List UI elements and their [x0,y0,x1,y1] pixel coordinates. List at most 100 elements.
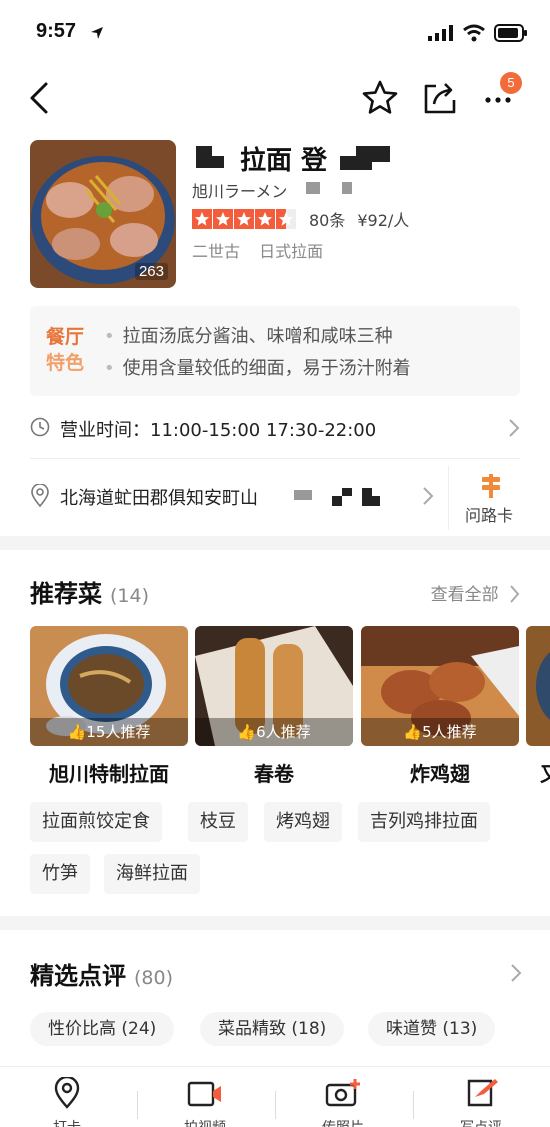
dish-recommend-count: 👍5人推荐 [361,718,519,746]
recommended-count: (14) [110,585,150,607]
signal-icon [428,25,453,41]
address-text: 北海道虻田郡俱知安町山 [60,488,258,509]
mosaic-block [212,156,224,168]
dish-name: 旭川特制拉面 [49,762,169,786]
address-row[interactable]: 北海道虻田郡俱知安町山 [30,468,520,528]
location-arrow-icon [91,27,103,39]
write-review-icon [467,1079,498,1107]
share-button[interactable] [420,78,460,118]
rating-star-icon [192,209,212,229]
tab-separator [413,1091,414,1119]
tab-label: 拍视频 [150,1117,260,1127]
mosaic-block [356,146,372,170]
feature-item: 拉面汤底分酱油、味噌和咸味三种 [104,322,393,348]
status-icons [428,24,528,42]
dish-image: 👍15人推荐 [30,626,188,746]
tab-label: 写点评 [426,1117,536,1127]
tab-checkin[interactable]: 打卡 [12,1075,122,1127]
dish-chip[interactable]: 枝豆 [188,802,248,842]
section-gap [0,916,550,930]
review-tag[interactable]: 菜品精致 (18) [200,1012,345,1046]
shop-subtitle: 旭川ラーメン [192,182,288,201]
dish-card[interactable]: 👍15人推荐 旭川特制拉面 [30,626,188,787]
dish-recommend-count: 👍15人推荐 [30,718,188,746]
recommended-title: 推荐菜 (14) [30,580,150,608]
rating-star-icon [213,209,233,229]
rating-star-icon [234,209,254,229]
mosaic-block [340,156,356,170]
dish-card[interactable]: 👍6人推荐 春卷 [195,626,353,787]
review-tag[interactable]: 味道赞 (13) [368,1012,496,1046]
chevron-right-icon [510,585,520,603]
shop-tags: 二世古 日式拉面 [192,238,323,262]
back-button[interactable] [26,80,56,116]
avg-price: ¥92/人 [357,211,410,230]
mosaic-block [362,488,372,506]
mosaic-block [372,496,380,506]
favorite-button[interactable] [360,78,400,118]
review-count[interactable]: 80条 [309,207,345,231]
tab-separator [137,1091,138,1119]
tab-photo[interactable]: 传照片 [288,1077,398,1127]
feature-item: 使用含量较低的细面，易于汤汁附着 [104,354,411,380]
rating-half-star-icon [276,209,296,229]
see-all-link[interactable]: 查看全部 [431,580,520,605]
dish-card[interactable]: 👍5人推荐 炸鸡翅 [361,626,519,787]
reviews-title[interactable]: 精选点评 (80) [30,956,173,991]
status-time: 9:57 [36,20,77,42]
mosaic-block [332,496,342,506]
dish-card-partial[interactable]: 又 [526,626,550,796]
dish-chip[interactable]: 吉列鸡排拉面 [358,802,490,842]
dish-partial-image [536,652,550,720]
tab-label: 打卡 [12,1117,122,1127]
tab-write-review[interactable]: 写点评 [426,1077,536,1127]
nav-bar [0,66,550,130]
mosaic-block [294,490,312,500]
signpost-icon [482,474,500,498]
location-pin-icon [54,1075,80,1109]
mosaic-block [196,146,212,168]
restaurant-features: 餐厅 特色 拉面汤底分酱油、味噌和咸味三种 使用含量较低的细面，易于汤汁附着 [30,306,520,396]
shop-name: 拉面 登 [240,146,328,176]
route-card-label: 问路卡 [464,506,513,525]
dish-chip[interactable]: 拉面煎饺定食 [30,802,162,842]
dish-image: 👍6人推荐 [195,626,353,746]
dish-chip[interactable]: 海鲜拉面 [104,854,200,894]
photo-count: 263 [134,263,168,280]
video-camera-icon [187,1081,221,1107]
mosaic-block [342,488,352,496]
chevron-right-icon [509,419,520,437]
area-tag[interactable]: 二世古 [192,242,240,261]
dish-recommend-count: 👍6人推荐 [195,718,353,746]
wifi-icon [463,24,485,42]
review-tag[interactable]: 性价比高 (24) [30,1012,175,1046]
cuisine-tag[interactable]: 日式拉面 [259,242,323,261]
mosaic-block [372,146,390,162]
dish-chip[interactable]: 烤鸡翅 [264,802,342,842]
chevron-right-icon[interactable] [510,963,522,983]
business-hours: 营业时间：11:00-15:00 17:30-22:00 [60,420,377,441]
dish-image: 👍5人推荐 [361,626,519,746]
share-icon [424,83,456,114]
chevron-left-icon [30,82,48,114]
mosaic-block [342,182,352,194]
clock-icon [30,417,50,437]
business-hours-row[interactable]: 营业时间：11:00-15:00 17:30-22:00 [30,410,520,446]
mosaic-block [306,182,320,194]
bottom-action-bar: 打卡 拍视频 传照片 写点评 [0,1066,550,1127]
reviews-count: (80) [134,967,174,989]
shop-photo[interactable]: 263 [30,140,176,288]
dish-name: 春卷 [254,762,294,786]
location-pin-icon [31,484,49,508]
dish-name: 又 [540,758,550,787]
dish-name: 炸鸡翅 [410,762,470,786]
dish-chip[interactable]: 竹笋 [30,854,90,894]
divider [30,458,520,459]
route-card-button[interactable]: 问路卡 [448,466,528,530]
section-gap [0,536,550,550]
dish-image [526,626,550,746]
chevron-right-icon [423,487,434,505]
tab-video[interactable]: 拍视频 [150,1077,260,1127]
notification-badge: 5 [500,72,522,94]
tab-label: 传照片 [288,1117,398,1127]
